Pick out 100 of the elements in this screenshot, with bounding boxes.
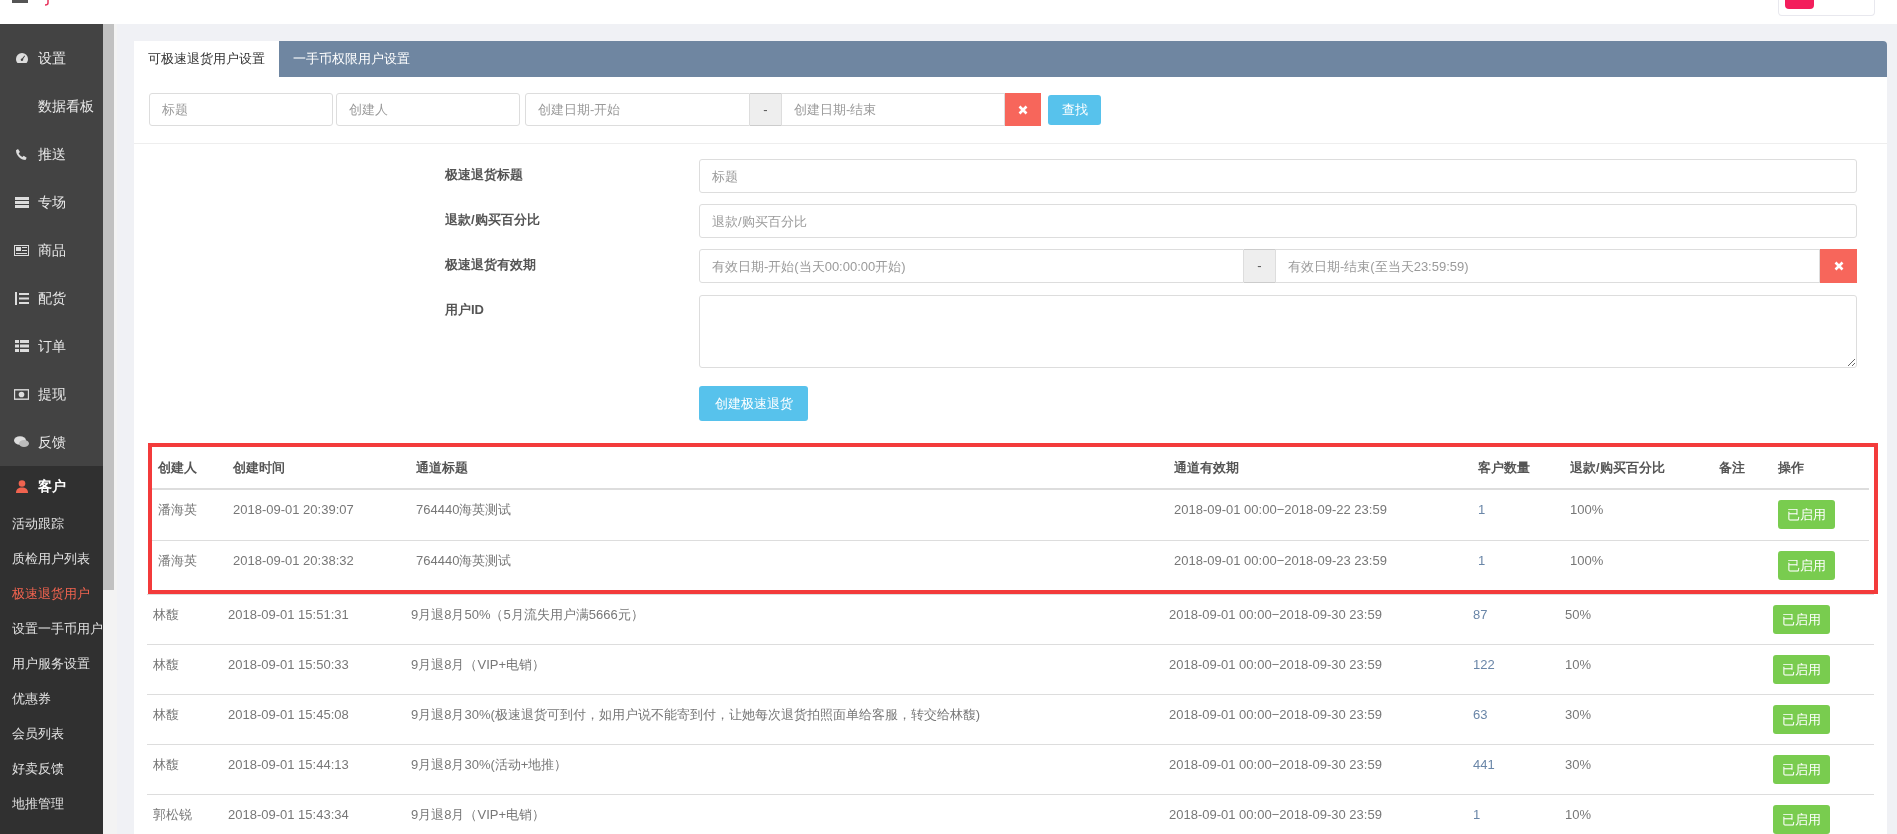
app-logo-icon — [1785, 0, 1814, 9]
table-cell-text: 2018-09-01 15:43:34 — [227, 806, 350, 824]
table-cell-text: 9月退8月30%(活动+地推） — [410, 756, 569, 774]
table-cell-text: 郭松锐 — [152, 806, 193, 824]
input-field[interactable]: 创建人 — [336, 93, 520, 126]
table-cell-text: 2018-09-01 00:00−2018-09-23 23:59 — [1173, 552, 1388, 570]
column-header: 退款/购买百分比 — [1569, 458, 1666, 477]
table-cell-text: 30% — [1564, 756, 1593, 774]
sidebar-item[interactable]: 商品 — [38, 239, 66, 261]
newspaper-icon — [14, 244, 29, 256]
table-cell-text: 1 — [1477, 501, 1487, 519]
table-cell-text: 2018-09-01 00:00−2018-09-30 23:59 — [1168, 706, 1383, 724]
sidebar-item[interactable]: 数据看板 — [38, 95, 94, 117]
menu-icon[interactable] — [12, 0, 28, 4]
table-cell-text: 122 — [1472, 656, 1496, 674]
numbered-list-icon — [14, 291, 29, 305]
table-cell-text: 林馥 — [152, 656, 180, 674]
sidebar-item[interactable]: 订单 — [38, 335, 66, 357]
table-cell-text: 2018-09-01 20:39:07 — [232, 501, 355, 519]
table-cell-text: 2018-09-01 15:44:13 — [227, 756, 350, 774]
field-label: 退款/购买百分比 — [445, 211, 541, 229]
close-icon — [1018, 104, 1028, 115]
table-cell-text: 63 — [1472, 706, 1489, 724]
table-cell-text: 林馥 — [152, 706, 180, 724]
table-cell-text: 2018-09-01 15:51:31 — [227, 606, 350, 624]
clear-button[interactable] — [1820, 249, 1857, 283]
table-cell-text: 764440海英测试 — [415, 501, 513, 519]
table-cell-text: 2018-09-01 20:38:32 — [232, 552, 355, 570]
input-field[interactable]: 创建日期-开始 — [525, 93, 750, 126]
range-separator: - — [1244, 249, 1275, 283]
field-label: 极速退货有效期 — [445, 256, 537, 274]
input-field[interactable]: 创建日期-结束 — [781, 93, 1005, 126]
sidebar-subitem[interactable]: 质检用户列表 — [12, 550, 90, 569]
table-cell-text: 林馥 — [152, 756, 180, 774]
tab[interactable]: 可极速退货用户设置 — [134, 41, 279, 77]
table-cell-text: 100% — [1569, 552, 1605, 570]
table-cell-text: 2018-09-01 00:00−2018-09-22 23:59 — [1173, 501, 1388, 519]
table-cell-text: 2018-09-01 00:00−2018-09-30 23:59 — [1168, 806, 1383, 824]
column-header: 创建时间 — [232, 458, 286, 477]
table-cell-text: 2018-09-01 00:00−2018-09-30 23:59 — [1168, 756, 1383, 774]
column-header: 客户数量 — [1477, 458, 1531, 477]
column-header: 通道有效期 — [1173, 458, 1240, 477]
close-icon — [1833, 261, 1844, 271]
input-field[interactable]: 有效日期-开始(当天00:00:00开始) — [699, 249, 1244, 283]
table-cell-text: 9月退8月（VIP+电销） — [410, 656, 546, 674]
chat-icon — [14, 436, 29, 448]
table-cell-text: 2018-09-01 00:00−2018-09-30 23:59 — [1168, 606, 1383, 624]
sidebar-subitem[interactable]: 设置一手币用户 — [12, 620, 103, 639]
input-field[interactable]: 退款/购买百分比 — [699, 204, 1857, 238]
sidebar-subitem[interactable]: 用户服务设置 — [12, 655, 90, 674]
column-header: 备注 — [1718, 458, 1746, 477]
table-cell-text: 441 — [1472, 756, 1496, 774]
input-field[interactable]: 标题 — [149, 93, 333, 126]
list-icon — [14, 196, 29, 208]
sidebar-section[interactable]: 客户 — [38, 476, 66, 497]
phone-icon — [15, 147, 28, 161]
table-cell-text: 潘海英 — [157, 501, 198, 519]
table-icon — [14, 340, 29, 352]
input-field[interactable]: 有效日期-结束(至当天23:59:59) — [1275, 249, 1820, 283]
column-header: 通道标题 — [415, 458, 469, 477]
sidebar-item[interactable]: 配货 — [38, 287, 66, 309]
table-cell-text: 9月退8月50%（5月流失用户满5666元） — [410, 606, 645, 624]
sidebar-subitem[interactable]: 活动跟踪 — [12, 515, 64, 534]
sidebar-item[interactable]: 设置 — [38, 47, 66, 69]
tab[interactable]: 一手币权限用户设置 — [279, 41, 424, 77]
sidebar-subitem[interactable]: 好卖反馈 — [12, 760, 64, 779]
table-cell-text: 764440海英测试 — [415, 552, 513, 570]
clear-button[interactable] — [1005, 93, 1041, 126]
table-cell-text: 9月退8月（VIP+电销） — [410, 806, 546, 824]
sidebar-item[interactable]: 提现 — [38, 383, 66, 405]
field-label: 极速退货标题 — [445, 166, 524, 184]
field-label: 用户ID — [445, 301, 485, 319]
logo-icon — [42, 0, 50, 6]
sidebar-item[interactable]: 专场 — [38, 191, 66, 213]
banknote-icon — [14, 388, 29, 400]
sidebar-subitem[interactable]: 地推管理 — [12, 795, 64, 814]
table-cell-text: 潘海英 — [157, 552, 198, 570]
table-cell-text: 2018-09-01 00:00−2018-09-30 23:59 — [1168, 656, 1383, 674]
scrollbar-thumb[interactable] — [103, 24, 114, 590]
dashboard-icon — [14, 52, 29, 64]
table-cell-text: 2018-09-01 15:50:33 — [227, 656, 350, 674]
range-separator: - — [750, 93, 781, 126]
sidebar-subitem[interactable]: 优惠券 — [12, 690, 51, 709]
sidebar-subitem[interactable]: 会员列表 — [12, 725, 64, 744]
sidebar-item[interactable]: 反馈 — [38, 431, 66, 453]
column-header: 创建人 — [157, 458, 198, 477]
table-cell-text: 2018-09-01 15:45:08 — [227, 706, 350, 724]
sidebar-subitem[interactable]: 极速退货用户 — [12, 585, 90, 604]
table-cell-text: 1 — [1472, 806, 1482, 824]
input-field[interactable]: 标题 — [699, 159, 1857, 193]
table-cell-text: 100% — [1569, 501, 1605, 519]
sidebar-item[interactable]: 推送 — [38, 143, 66, 165]
table-cell-text: 87 — [1472, 606, 1489, 624]
user-icon — [15, 480, 28, 493]
table-cell-text: 30% — [1564, 706, 1593, 724]
table-cell-text: 林馥 — [152, 606, 180, 624]
account-card[interactable] — [1778, 0, 1875, 16]
table-cell-text: 1 — [1477, 552, 1487, 570]
table-cell-text: 10% — [1564, 806, 1593, 824]
table-cell-text: 9月退8月30%(极速退货可到付，如用户说不能寄到付，让她每次退货拍照面单给客服，转交给林馥) — [410, 706, 982, 724]
